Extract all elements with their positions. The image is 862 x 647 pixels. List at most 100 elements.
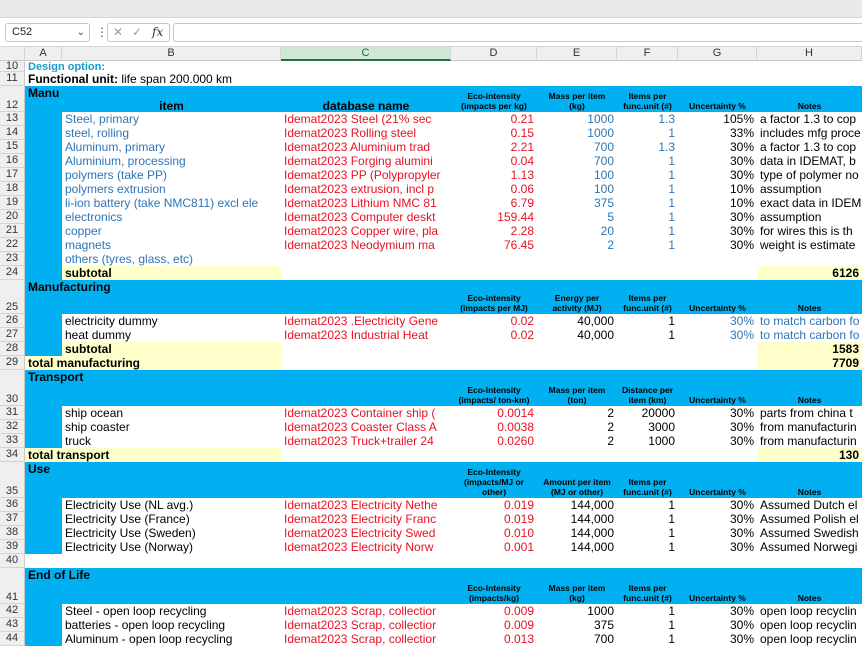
cell-item[interactable]: Steel - open loop recycling (62, 604, 281, 618)
header-g[interactable]: Uncertainty % (678, 568, 757, 604)
cell-eco-intensity[interactable]: 0.013 (451, 632, 537, 646)
cell-notes[interactable]: type of polymer no (757, 168, 862, 182)
cell-a[interactable] (25, 314, 62, 328)
row-header[interactable]: 16 (0, 154, 25, 168)
cell-database-name[interactable]: Idemat2023 PP (Polypropyler (281, 168, 451, 182)
cell-a[interactable] (25, 210, 62, 224)
cell-eco-intensity[interactable]: 0.21 (451, 112, 537, 126)
column-header-h[interactable]: H (757, 47, 862, 61)
cancel-icon[interactable]: ✕ (113, 24, 123, 41)
cell-eco-intensity[interactable]: 76.45 (451, 238, 537, 252)
row-header[interactable]: 15 (0, 140, 25, 154)
cell-notes[interactable]: for wires this is th (757, 224, 862, 238)
cell-item[interactable]: Electricity Use (NL avg.) (62, 498, 281, 512)
column-header-a[interactable]: A (25, 47, 62, 61)
cell-uncertainty[interactable]: 10% (678, 182, 757, 196)
cell-uncertainty[interactable]: 30% (678, 140, 757, 154)
cell-amount[interactable]: 700 (537, 154, 617, 168)
cell-items[interactable]: 1 (617, 210, 678, 224)
cell-amount[interactable]: 5 (537, 210, 617, 224)
column-header-f[interactable]: F (617, 47, 678, 61)
cell-database-name[interactable]: Idemat2023 Electricity Norw (281, 540, 451, 554)
cell-notes[interactable]: open loop recyclin (757, 604, 862, 618)
row-header[interactable]: 34 (0, 448, 25, 462)
cell-eco-intensity[interactable]: 0.001 (451, 540, 537, 554)
column-header-g[interactable]: G (678, 47, 757, 61)
subtotal-value[interactable]: 1583 (757, 342, 862, 356)
cell-amount[interactable]: 1000 (537, 112, 617, 126)
cell-eco-intensity[interactable]: 0.019 (451, 498, 537, 512)
cell-amount[interactable]: 40,000 (537, 314, 617, 328)
cell-a[interactable] (25, 328, 62, 342)
header-f[interactable]: Items per func.unit (#) (617, 568, 678, 604)
cell-uncertainty[interactable]: 33% (678, 126, 757, 140)
cell-eco-intensity[interactable]: 2.21 (451, 140, 537, 154)
subtotal-value[interactable]: 6126 (757, 266, 862, 280)
cell-uncertainty[interactable]: 30% (678, 434, 757, 448)
header-e[interactable]: Mass per item (kg) (537, 568, 617, 604)
header-f[interactable]: Items per func.unit (#) (617, 280, 678, 314)
cell-database-name[interactable]: Idemat2023 Industrial Heat (281, 328, 451, 342)
row-header[interactable]: 11 (0, 72, 25, 86)
cell-database-name[interactable]: Idemat2023 Copper wire, pla (281, 224, 451, 238)
cell-uncertainty[interactable]: 30% (678, 238, 757, 252)
cell-a[interactable] (25, 342, 62, 356)
column-header-d[interactable]: D (451, 47, 537, 61)
cell-a[interactable] (25, 154, 62, 168)
header-e[interactable]: Mass per item (ton) (537, 370, 617, 406)
cell-item[interactable]: copper (62, 224, 281, 238)
row-header[interactable]: 32 (0, 420, 25, 434)
cell-item[interactable]: heat dummy (62, 328, 281, 342)
cell-eco-intensity[interactable]: 0.009 (451, 604, 537, 618)
cell-items[interactable]: 1 (617, 540, 678, 554)
cell-amount[interactable]: 2 (537, 238, 617, 252)
cell-amount[interactable]: 20 (537, 224, 617, 238)
header-g[interactable]: Uncertainty % (678, 462, 757, 498)
subtotal-spacer[interactable] (281, 266, 757, 280)
header-e[interactable]: Mass per item (kg) (537, 86, 617, 112)
cell-eco-intensity[interactable]: 0.009 (451, 618, 537, 632)
cell-items[interactable]: 1 (617, 196, 678, 210)
cell-notes[interactable]: data in IDEMAT, b (757, 154, 862, 168)
cell-a[interactable] (25, 238, 62, 252)
cell-notes[interactable]: exact data in IDEM (757, 196, 862, 210)
section-title[interactable]: End of Life (25, 568, 90, 582)
cell-amount[interactable]: 2 (537, 420, 617, 434)
subtotal-label[interactable]: subtotal (62, 266, 281, 280)
header-g[interactable]: Uncertainty % (678, 86, 757, 112)
cell-item[interactable]: Aluminum, primary (62, 140, 281, 154)
cell-uncertainty[interactable]: 30% (678, 632, 757, 646)
cell-eco-intensity[interactable]: 0.019 (451, 512, 537, 526)
cell-a[interactable] (25, 498, 62, 512)
cell-items[interactable]: 1 (617, 526, 678, 540)
cell-a[interactable] (25, 540, 62, 554)
cell-a[interactable] (25, 252, 62, 266)
row-header[interactable]: 38 (0, 526, 25, 540)
cell-database-name[interactable]: Idemat2023 Scrap, collectior (281, 618, 451, 632)
cell-amount[interactable]: 375 (537, 196, 617, 210)
cell-eco-intensity[interactable] (451, 252, 537, 266)
column-header-b[interactable]: B (62, 47, 281, 61)
row-header[interactable]: 26 (0, 314, 25, 328)
cell-uncertainty[interactable]: 30% (678, 224, 757, 238)
header-h[interactable]: Notes (757, 568, 862, 604)
cell-notes[interactable]: weight is estimate (757, 238, 862, 252)
cell-uncertainty[interactable]: 30% (678, 210, 757, 224)
column-header-c[interactable]: C (281, 47, 451, 61)
row-header[interactable]: 28 (0, 342, 25, 356)
row-header[interactable]: 24 (0, 266, 25, 280)
row-header[interactable]: 33 (0, 434, 25, 448)
header-e[interactable]: Amount per item (MJ or other) (537, 462, 617, 498)
cell-notes[interactable]: Assumed Norwegi (757, 540, 862, 554)
row-header[interactable]: 40 (0, 554, 25, 568)
header-h[interactable]: Notes (757, 86, 862, 112)
cell-uncertainty[interactable]: 30% (678, 498, 757, 512)
fx-icon[interactable]: fx (152, 24, 163, 41)
header-f[interactable]: Distance per item (km) (617, 370, 678, 406)
total-label[interactable]: total manufacturing (25, 356, 281, 370)
row-header[interactable]: 20 (0, 210, 25, 224)
cell-items[interactable]: 1 (617, 498, 678, 512)
cell-amount[interactable]: 144,000 (537, 498, 617, 512)
check-icon[interactable]: ✓ (132, 24, 142, 41)
cell-eco-intensity[interactable]: 0.04 (451, 154, 537, 168)
